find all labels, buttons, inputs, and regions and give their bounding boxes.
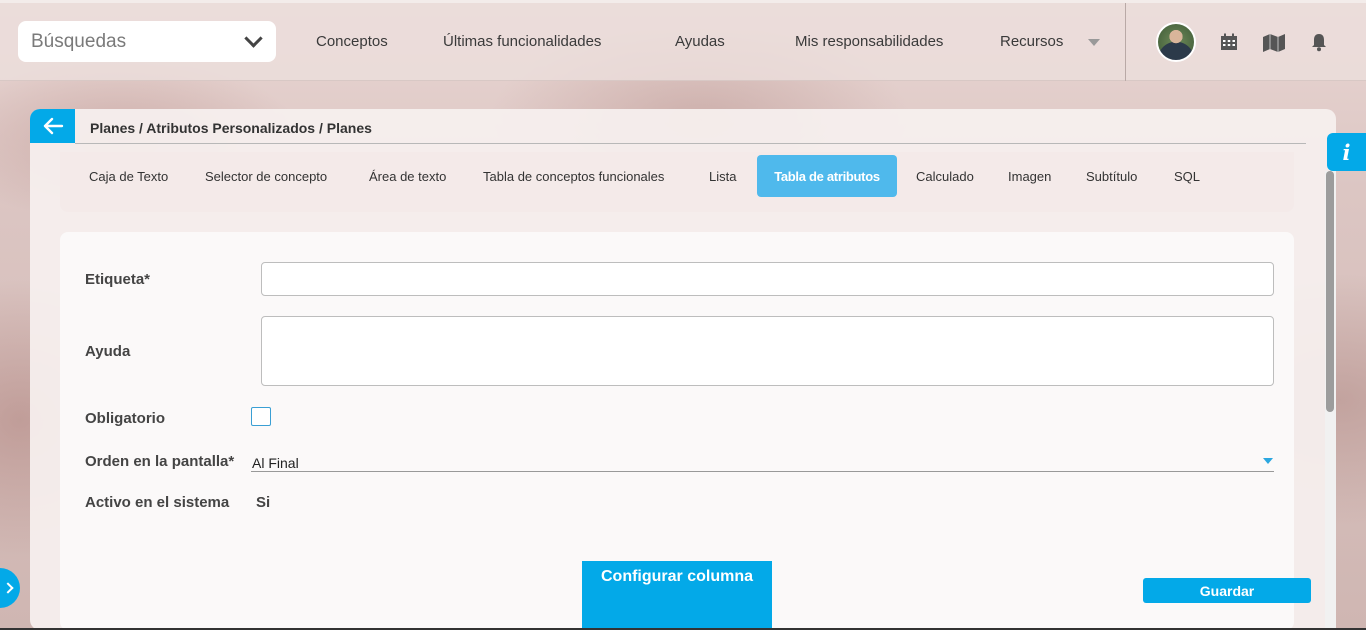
tab-area-de-texto[interactable]: Área de texto <box>369 169 446 184</box>
label-obligatorio: Obligatorio <box>85 410 165 427</box>
tab-lista[interactable]: Lista <box>709 169 736 184</box>
tab-imagen[interactable]: Imagen <box>1008 169 1051 184</box>
label-etiqueta: Etiqueta* <box>85 271 151 288</box>
nav-recursos[interactable]: Recursos <box>1000 33 1063 50</box>
configurar-columna-button[interactable]: Configurar columna <box>582 561 772 630</box>
nav-conceptos[interactable]: Conceptos <box>316 33 388 50</box>
scrollbar-thumb[interactable] <box>1326 171 1334 412</box>
label-orden-en-la-pantalla: Orden en la pantalla* <box>85 453 235 470</box>
tab-subtitulo[interactable]: Subtítulo <box>1086 169 1137 184</box>
arrow-left-icon <box>43 117 63 135</box>
bell-icon[interactable] <box>1309 32 1329 52</box>
orden-select-value[interactable]: Al Final <box>252 455 299 471</box>
label-ayuda: Ayuda <box>85 343 131 360</box>
orden-select-underline <box>251 471 1274 472</box>
obligatorio-checkbox[interactable] <box>251 407 271 426</box>
avatar[interactable] <box>1156 22 1196 62</box>
search-dropdown[interactable]: Búsquedas <box>18 21 276 62</box>
guardar-button[interactable]: Guardar <box>1143 578 1311 603</box>
ayuda-textarea[interactable] <box>261 316 1274 386</box>
tab-tabla-de-atributos[interactable]: Tabla de atributos <box>757 155 897 197</box>
info-icon[interactable]: i <box>1327 133 1366 171</box>
breadcrumb-divider <box>75 143 1306 144</box>
activo-value: Si <box>256 494 271 511</box>
search-placeholder: Búsquedas <box>31 30 127 52</box>
header-divider <box>1125 3 1126 81</box>
nav-ultimas-funcionalidades[interactable]: Últimas funcionalidades <box>443 33 601 50</box>
tab-calculado[interactable]: Calculado <box>916 169 974 184</box>
nav-ayudas[interactable]: Ayudas <box>675 33 725 50</box>
calendar-icon[interactable] <box>1219 32 1239 52</box>
tab-tabla-de-conceptos-funcionales[interactable]: Tabla de conceptos funcionales <box>483 169 664 184</box>
chevron-right-icon <box>2 582 14 594</box>
etiqueta-input[interactable] <box>261 262 1274 296</box>
nav-mis-responsabilidades[interactable]: Mis responsabilidades <box>795 33 943 50</box>
label-activo-en-el-sistema: Activo en el sistema <box>85 494 230 511</box>
chevron-down-icon <box>244 28 263 48</box>
tab-selector-de-concepto[interactable]: Selector de concepto <box>205 169 327 184</box>
breadcrumb: Planes / Atributos Personalizados / Plan… <box>90 120 372 136</box>
map-icon[interactable] <box>1262 32 1286 52</box>
top-header: Búsquedas Conceptos Últimas funcionalida… <box>0 0 1366 81</box>
back-button[interactable] <box>30 109 75 143</box>
tab-sql[interactable]: SQL <box>1174 169 1200 184</box>
caret-down-icon[interactable] <box>1088 39 1100 46</box>
caret-down-icon[interactable] <box>1263 458 1273 464</box>
tab-caja-de-texto[interactable]: Caja de Texto <box>89 169 168 184</box>
